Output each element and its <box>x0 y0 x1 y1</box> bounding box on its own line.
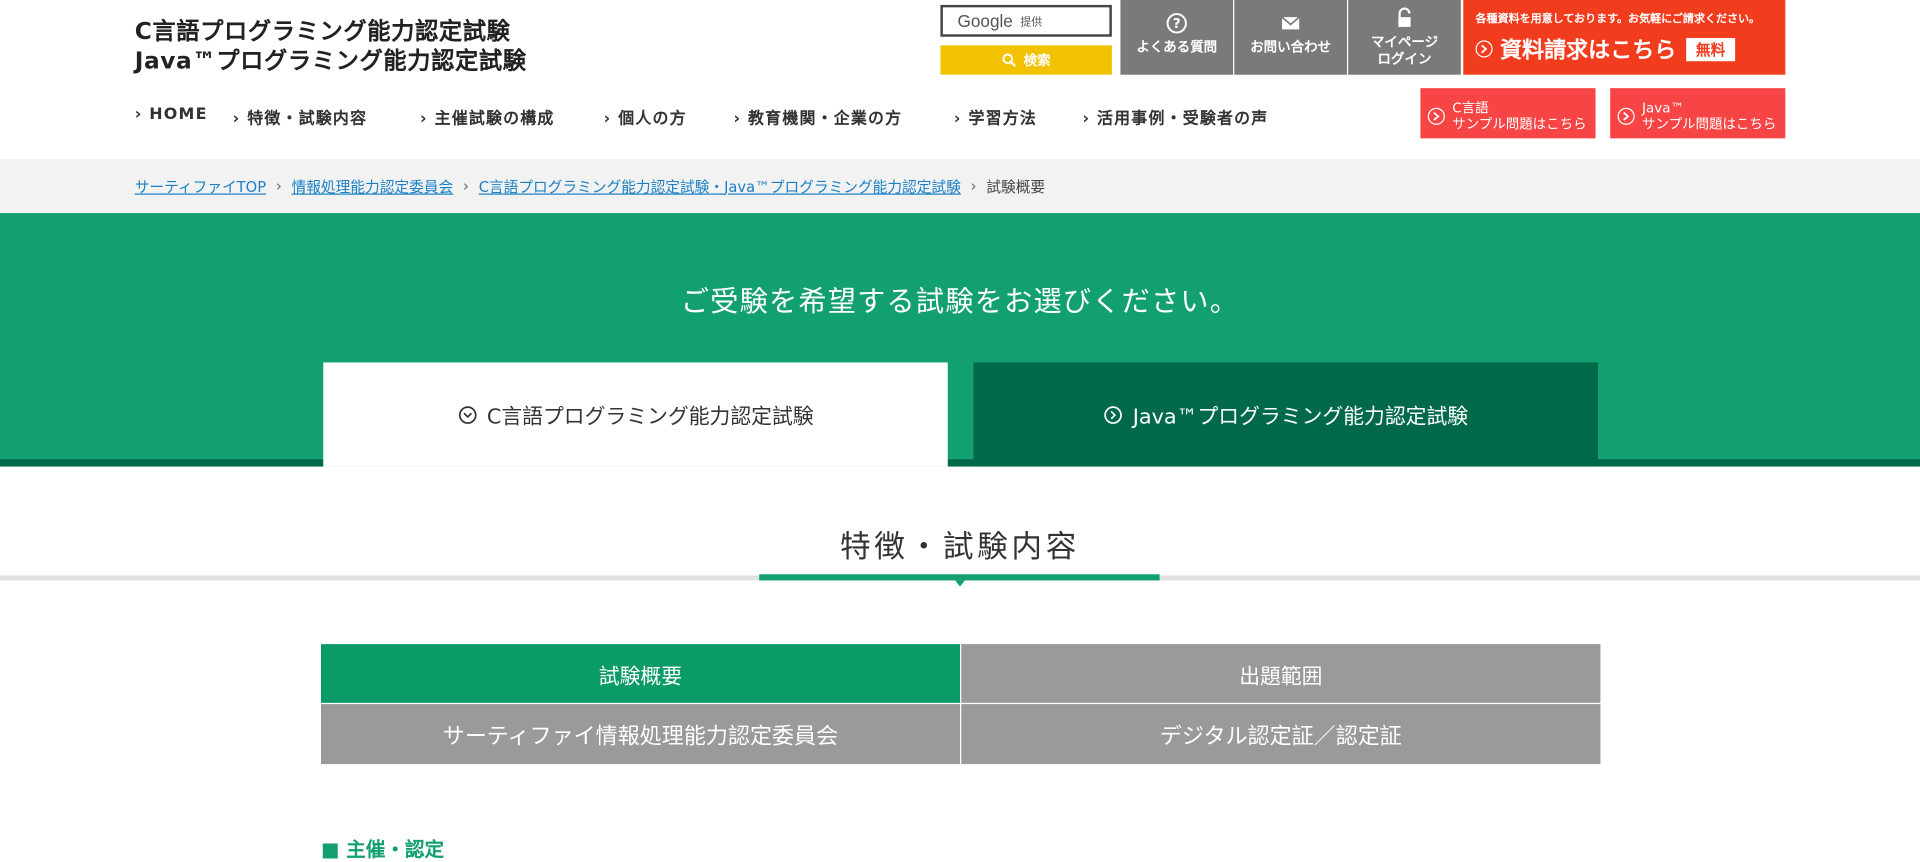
nav-item-institutions[interactable]: › 教育機関・企業の方 <box>733 105 953 128</box>
request-small-text: 各種資料を用意しております。お気軽にご請求ください。 <box>1475 13 1761 26</box>
tab-java-label: Java™プログラミング能力認定試験 <box>1132 405 1469 430</box>
site-title-line2: Java™プログラミング能力認定試験 <box>134 47 527 75</box>
page-root: C言語プログラミング能力認定試験 Java™プログラミング能力認定試験 Goog… <box>0 0 1920 861</box>
nav-item-home[interactable]: › HOME <box>135 105 233 128</box>
c-sample-line1: C言語 <box>1452 100 1489 117</box>
chevron-right-circle-icon <box>1617 107 1635 125</box>
chevron-right-circle-icon <box>1104 405 1122 424</box>
breadcrumb-separator: › <box>275 177 282 195</box>
contact-label: お問い合わせ <box>1250 39 1332 56</box>
hero-title: ご受験を希望する試験をお選びください。 <box>680 286 1240 319</box>
tab-c-exam[interactable]: C言語プログラミング能力認定試験 <box>323 362 948 467</box>
contact-button[interactable]: お問い合わせ <box>1234 0 1347 75</box>
menu-item-certificate[interactable]: デジタル認定証／認定証 <box>961 704 1601 765</box>
breadcrumb-separator: › <box>970 177 977 195</box>
breadcrumb-current: 試験概要 <box>986 178 1046 196</box>
chevron-down-circle-icon <box>458 405 477 424</box>
breadcrumb-link-top[interactable]: サーティファイTOP <box>135 176 266 197</box>
hero-bottom-bar <box>0 459 1920 467</box>
mypage-label: マイページ <box>1370 34 1439 51</box>
chevron-right-circle-icon <box>1427 107 1445 125</box>
chevron-right-icon: › <box>1082 110 1098 129</box>
google-brand-text: Google <box>957 11 1013 31</box>
site-header: C言語プログラミング能力認定試験 Java™プログラミング能力認定試験 Goog… <box>0 0 1920 160</box>
mypage-login-button[interactable]: マイページ ログイン <box>1348 0 1461 75</box>
search-button-label: 検索 <box>1023 52 1051 69</box>
section-pointer <box>955 580 965 587</box>
c-sample-button[interactable]: C言語 サンプル問題はこちら <box>1420 88 1596 139</box>
search-button[interactable]: 検索 <box>940 45 1112 75</box>
java-sample-line1: Java™ <box>1642 100 1684 117</box>
chevron-right-icon: › <box>733 110 749 129</box>
breadcrumb-separator: › <box>463 177 469 195</box>
request-materials-button[interactable]: 各種資料を用意しております。お気軽にご請求ください。 資料請求はこちら 無料 <box>1463 0 1786 75</box>
nav-item-study[interactable]: › 学習方法 <box>954 105 1083 128</box>
tab-java-exam[interactable]: Java™プログラミング能力認定試験 <box>973 362 1598 467</box>
site-title[interactable]: C言語プログラミング能力認定試験 Java™プログラミング能力認定試験 <box>135 17 527 76</box>
free-badge: 無料 <box>1686 37 1736 61</box>
request-big-text: 資料請求はこちら <box>1500 37 1677 64</box>
nav-item-individuals[interactable]: › 個人の方 <box>604 105 734 128</box>
nav-item-exam-structure[interactable]: › 主催試験の構成 <box>420 105 604 128</box>
chevron-right-icon: › <box>420 110 435 129</box>
chevron-right-circle-icon <box>1475 40 1493 58</box>
padlock-icon <box>1398 7 1411 27</box>
exam-select-hero: ご受験を希望する試験をお選びください。 C言語プログラミング能力認定試験 Jav… <box>0 213 1920 467</box>
organizer-heading: ■ 主催・認定 <box>320 837 445 861</box>
site-title-line1: C言語プログラミング能力認定試験 <box>134 18 511 46</box>
chevron-right-icon: › <box>953 110 969 129</box>
java-sample-button[interactable]: Java™ サンプル問題はこちら <box>1610 88 1786 139</box>
chevron-right-icon: › <box>232 110 248 129</box>
menu-item-exam-overview[interactable]: 試験概要 <box>320 644 961 703</box>
java-sample-line2: サンプル問題はこちら <box>1642 116 1777 133</box>
chevron-right-icon: › <box>134 105 150 124</box>
chevron-right-icon: › <box>603 110 619 129</box>
menu-item-committee[interactable]: サーティファイ情報処理能力認定委員会 <box>320 704 961 765</box>
section-heading: 特徴・試験内容 <box>0 467 1920 589</box>
content-menu-grid: 試験概要 出題範囲 サーティファイ情報処理能力認定委員会 デジタル認定証／認定証 <box>320 644 1601 765</box>
breadcrumb: サーティファイTOP › 情報処理能力認定委員会 › C言語プログラミング能力認… <box>0 159 1920 214</box>
tab-c-label: C言語プログラミング能力認定試験 <box>486 405 814 430</box>
breadcrumb-link-committee[interactable]: 情報処理能力認定委員会 <box>292 176 454 197</box>
faq-label: よくある質問 <box>1136 39 1218 56</box>
nav-item-features[interactable]: › 特徴・試験内容 <box>233 105 420 128</box>
c-sample-line2: サンプル問題はこちら <box>1452 116 1587 133</box>
magnifier-icon <box>1002 53 1016 67</box>
breadcrumb-link-exams[interactable]: C言語プログラミング能力認定試験・Java™プログラミング能力認定試験 <box>479 176 961 197</box>
faq-button[interactable]: ? よくある質問 <box>1120 0 1234 75</box>
main-nav: › HOME › 特徴・試験内容 › 主催試験の構成 › 個人の方 › 教育機関… <box>135 105 1269 128</box>
search-input[interactable]: Google 提供 <box>940 4 1112 37</box>
nav-item-case-studies[interactable]: › 活用事例・受験者の声 <box>1082 105 1268 128</box>
question-circle-icon: ? <box>1166 13 1187 34</box>
login-label: ログイン <box>1377 51 1432 68</box>
search-provided-text: 提供 <box>1020 16 1043 29</box>
envelope-icon <box>1281 16 1300 30</box>
section-title: 特徴・試験内容 <box>839 528 1081 565</box>
menu-item-scope[interactable]: 出題範囲 <box>961 644 1601 703</box>
svg-text:?: ? <box>1173 17 1181 32</box>
